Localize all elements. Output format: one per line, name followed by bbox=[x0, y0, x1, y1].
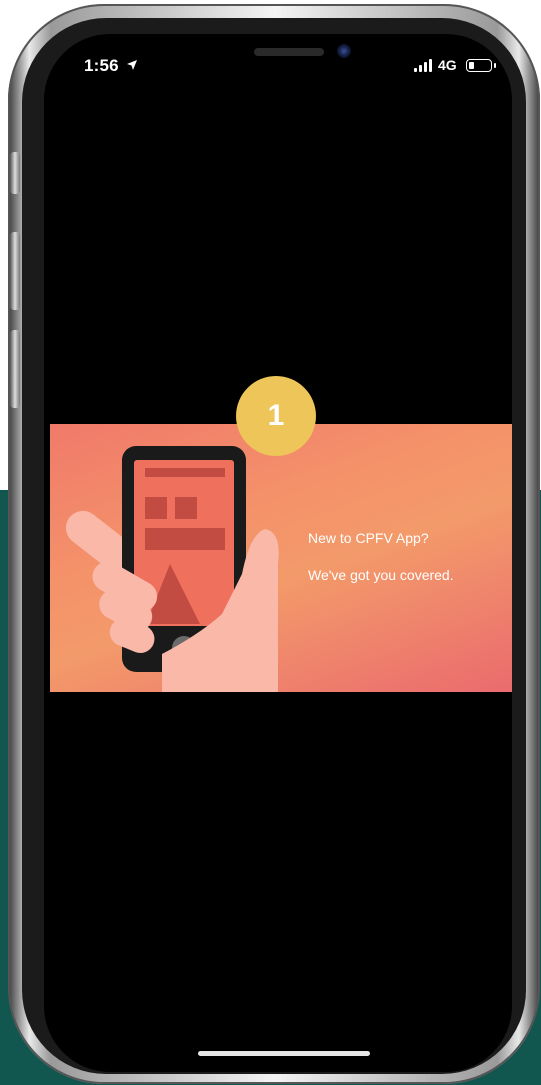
hand-holding-phone-illustration bbox=[65, 446, 279, 692]
phone-screen: 1:56 4G New to CPFV App? We've got you c… bbox=[44, 34, 512, 1072]
volume-down-button bbox=[10, 330, 20, 408]
step-number-badge: 1 bbox=[236, 376, 316, 456]
location-arrow-icon bbox=[127, 60, 137, 70]
volume-up-button bbox=[10, 232, 20, 310]
battery-icon bbox=[465, 59, 496, 72]
network-type: 4G bbox=[438, 57, 457, 73]
home-indicator[interactable] bbox=[198, 1051, 370, 1056]
earpiece-speaker bbox=[254, 48, 324, 56]
front-camera bbox=[337, 44, 351, 58]
status-time: 1:56 bbox=[84, 56, 119, 75]
banner-subline: We've got you covered. bbox=[308, 567, 454, 583]
cellular-signal-icon bbox=[414, 58, 432, 72]
onboarding-banner: New to CPFV App? We've got you covered. bbox=[50, 424, 512, 692]
mute-switch bbox=[10, 152, 20, 194]
status-indicators: 4G bbox=[414, 57, 496, 73]
banner-headline: New to CPFV App? bbox=[308, 530, 429, 546]
phone-frame: 1:56 4G New to CPFV App? We've got you c… bbox=[8, 4, 540, 1084]
